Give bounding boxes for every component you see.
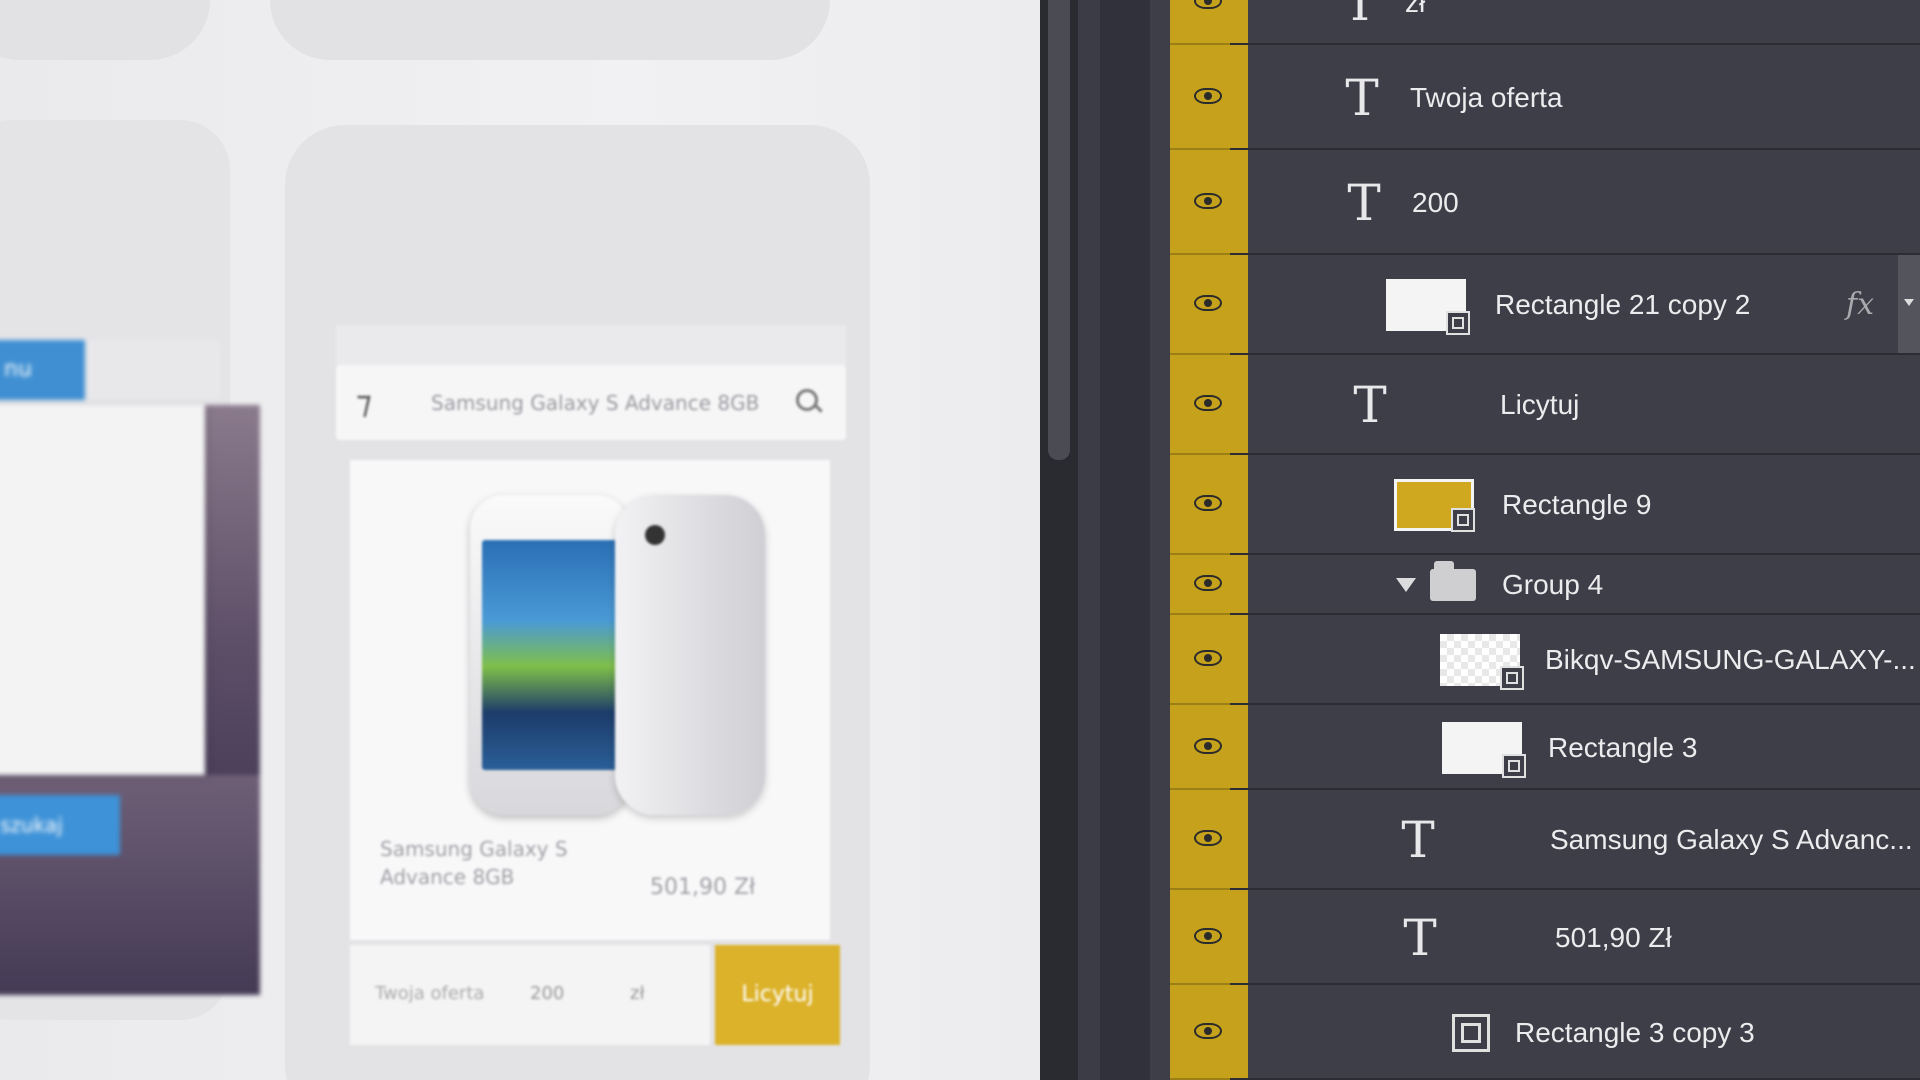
layer-thumbnail [1386,279,1470,335]
visibility-toggle[interactable] [1170,890,1248,985]
layer-name: Samsung Galaxy S Advanc... [1550,824,1913,855]
eye-icon [1194,192,1222,209]
eye-icon [1194,575,1222,591]
text-layer-icon: T [1343,0,1377,32]
layer-thumbnail [1442,721,1526,778]
layer-row[interactable]: T Twoja oferta [1040,45,1920,150]
layer-name: Rectangle 3 [1548,731,1698,763]
layer-row[interactable]: Rectangle 9 [1040,455,1920,555]
artboard-placeholder [0,0,210,60]
text-layer-icon: T [1347,173,1381,232]
eye-icon [1194,830,1222,846]
vector-mask-icon [1502,753,1526,778]
visibility-toggle[interactable] [1170,455,1248,555]
left-phone-mockup: nu szukaj [0,330,260,995]
visibility-toggle[interactable] [1170,790,1248,890]
menu-button: nu [0,340,85,400]
top-bar [85,340,220,400]
vector-shape-icon [1452,1013,1490,1052]
layer-name: Rectangle 21 copy 2 [1495,289,1751,320]
layer-row[interactable]: T 200 [1040,150,1920,255]
eye-icon [1194,737,1222,754]
layer-name: Rectangle 9 [1502,489,1652,520]
layer-thumbnail [1394,479,1475,532]
text-layer-icon: T [1403,908,1437,967]
product-price: 501,90 Zł [650,875,756,900]
bid-button: Licytuj [715,945,840,1045]
visibility-toggle[interactable] [1170,705,1248,790]
eye-icon [1194,495,1222,511]
offer-field: Twoja oferta 200 zł [350,945,710,1045]
eye-icon [1194,0,1222,9]
layer-row[interactable]: Rectangle 21 copy 2 fx [1040,255,1920,355]
search-icon [796,389,818,411]
text-layer-icon: T [1401,811,1435,869]
visibility-toggle[interactable] [1170,45,1248,150]
layer-row[interactable]: Rectangle 3 copy 3 [1040,985,1920,1080]
cta-button: szukaj [0,795,120,855]
layer-row[interactable]: T Licytuj [1040,355,1920,455]
product-image-front [470,495,630,815]
visibility-toggle[interactable] [1170,0,1248,45]
vector-mask-icon [1451,508,1475,532]
eye-icon [1194,87,1222,104]
layer-name: Rectangle 3 copy 3 [1515,1016,1755,1048]
slide-menu [0,405,205,775]
text-layer-icon: T [1345,68,1379,127]
layer-row[interactable]: T Samsung Galaxy S Advanc... [1040,790,1920,890]
layer-row[interactable]: T 501,90 Zł [1040,890,1920,985]
visibility-toggle[interactable] [1170,985,1248,1080]
design-canvas[interactable]: nu szukaj ⁊ Samsung Galaxy S Advance 8GB… [0,0,1040,1080]
expand-arrow-icon[interactable] [1396,578,1416,592]
layer-row[interactable]: Group 4 [1040,555,1920,615]
layer-name: Group 4 [1502,569,1604,600]
visibility-toggle[interactable] [1170,555,1248,615]
visibility-toggle[interactable] [1170,255,1248,355]
layer-name: 501,90 Zł [1555,921,1672,953]
search-bar: ⁊ Samsung Galaxy S Advance 8GB [336,365,846,440]
layer-row[interactable]: T zł [1040,0,1920,45]
product-image-back [615,495,765,815]
eye-icon [1194,295,1222,311]
offer-currency: zł [630,983,645,1004]
layer-name: zł [1405,0,1426,18]
layer-name: 200 [1412,186,1459,218]
layer-row[interactable]: Bikqv-SAMSUNG-GALAXY-... [1040,615,1920,705]
product-card: Samsung Galaxy S Advance 8GB 501,90 Zł [350,460,830,940]
fx-icon[interactable]: fx [1846,287,1874,322]
folder-icon [1430,561,1476,601]
offer-amount: 200 [530,983,565,1004]
eye-icon [1194,1022,1222,1039]
visibility-toggle[interactable] [1170,150,1248,255]
search-text: Samsung Galaxy S Advance 8GB [431,391,760,415]
text-layer-icon: T [1353,376,1387,434]
main-phone-mockup: ⁊ Samsung Galaxy S Advance 8GB Samsung G… [330,325,850,1080]
offer-label: Twoja oferta [375,983,485,1004]
eye-icon [1194,650,1222,666]
vector-mask-icon [1446,311,1470,335]
logo-icon: ⁊ [356,383,372,421]
status-bar [336,325,846,365]
layer-name: Twoja oferta [1410,81,1563,113]
layers-panel: T zł T Twoja oferta T 200 Rectangle 21 c… [1040,0,1920,1080]
smart-object-icon [1500,666,1524,690]
visibility-toggle[interactable] [1170,355,1248,455]
eye-icon [1194,395,1222,411]
eye-icon [1194,927,1222,944]
visibility-toggle[interactable] [1170,615,1248,705]
bid-row: Twoja oferta 200 zł Licytuj [350,945,840,1055]
expand-effects-arrow[interactable] [1898,255,1920,355]
product-name: Samsung Galaxy S Advance 8GB [380,837,568,889]
layer-name: Bikqv-SAMSUNG-GALAXY-... [1545,644,1916,675]
layer-row[interactable]: Rectangle 3 [1040,705,1920,790]
layer-name: Licytuj [1500,389,1580,420]
layer-thumbnail [1440,634,1524,690]
artboard-placeholder [270,0,830,60]
